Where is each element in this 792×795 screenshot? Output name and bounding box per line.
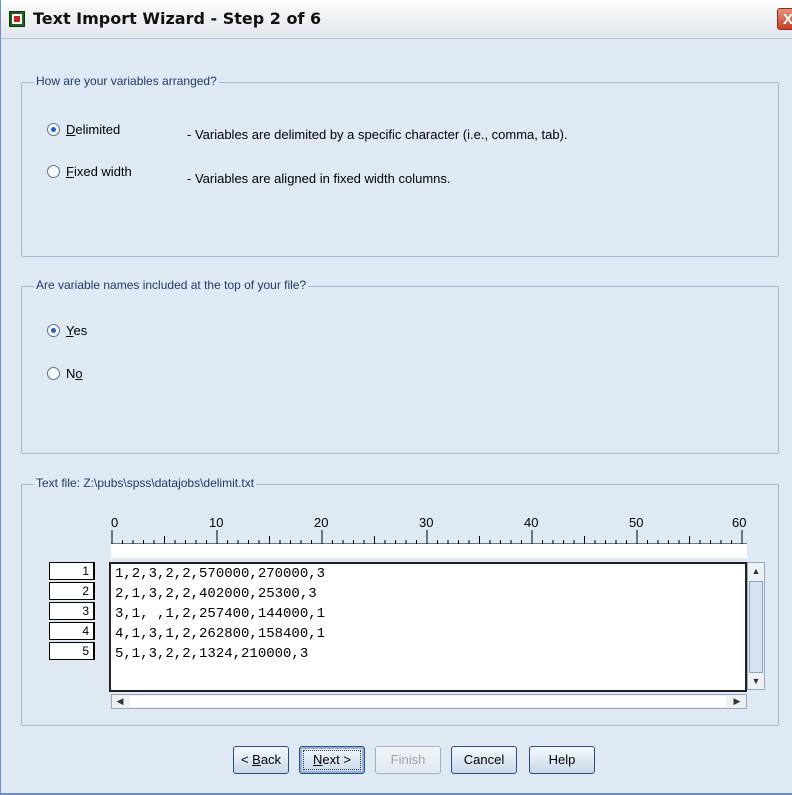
preview-line: 1,2,3,2,2,570000,270000,3 bbox=[115, 566, 326, 582]
radio-unselected-icon[interactable] bbox=[47, 165, 60, 178]
yes-label: Yes bbox=[66, 323, 88, 338]
radio-selected-icon[interactable] bbox=[47, 123, 60, 136]
column-ruler: 0 10 20 30 40 50 60 bbox=[111, 513, 747, 558]
scroll-right-icon[interactable]: ▶ bbox=[730, 695, 744, 708]
preview-line: 3,1, ,1,2,257400,144000,1 bbox=[115, 606, 326, 622]
text-file-legend: Text file: Z:\pubs\spss\datajobs\delimit… bbox=[34, 476, 257, 490]
preview-line: 2,1,3,2,2,402000,25300,3 bbox=[115, 586, 317, 602]
no-label: No bbox=[66, 366, 83, 381]
text-import-wizard-window: Text Import Wizard - Step 2 of 6 X How a… bbox=[0, 0, 792, 795]
ruler-label: 0 bbox=[111, 515, 118, 530]
yes-radio[interactable]: Yes bbox=[47, 323, 87, 338]
row-number: 1 bbox=[49, 562, 95, 580]
title-bar[interactable]: Text Import Wizard - Step 2 of 6 X bbox=[1, 0, 792, 39]
scroll-down-icon[interactable]: ▼ bbox=[749, 674, 763, 688]
fixed-width-description: - Variables are aligned in fixed width c… bbox=[187, 171, 451, 186]
horizontal-scroll-thumb[interactable] bbox=[130, 696, 726, 707]
ruler-label: 20 bbox=[314, 515, 328, 530]
row-number: 3 bbox=[49, 602, 95, 620]
row-number: 4 bbox=[49, 622, 95, 640]
back-button[interactable]: < Back bbox=[233, 746, 289, 774]
spss-app-icon bbox=[9, 11, 25, 27]
horizontal-scrollbar[interactable]: ◀ ▶ bbox=[111, 694, 747, 709]
ruler-label: 60 bbox=[732, 515, 746, 530]
row-number: 2 bbox=[49, 582, 95, 600]
ruler-label: 50 bbox=[629, 515, 643, 530]
radio-unselected-icon[interactable] bbox=[47, 367, 60, 380]
fixed-width-radio[interactable]: Fixed width bbox=[47, 164, 132, 179]
variable-names-legend: Are variable names included at the top o… bbox=[34, 278, 309, 292]
delimited-radio[interactable]: Delimited bbox=[47, 122, 120, 137]
row-number-column: 1 2 3 4 5 bbox=[49, 562, 95, 662]
file-preview-area[interactable]: 1,2,3,2,2,570000,270000,3 2,1,3,2,2,4020… bbox=[109, 562, 747, 692]
fixed-width-label: Fixed width bbox=[66, 164, 132, 179]
ruler-strip bbox=[111, 544, 747, 558]
delimited-label: Delimited bbox=[66, 122, 121, 137]
help-button[interactable]: Help bbox=[529, 746, 595, 774]
ruler-label: 10 bbox=[209, 515, 223, 530]
close-button[interactable]: X bbox=[777, 8, 792, 30]
arrangement-legend: How are your variables arranged? bbox=[34, 74, 219, 88]
scroll-left-icon[interactable]: ◀ bbox=[113, 695, 127, 708]
row-number: 5 bbox=[49, 642, 95, 660]
cancel-button[interactable]: Cancel bbox=[451, 746, 517, 774]
ruler-label: 30 bbox=[419, 515, 433, 530]
preview-line: 4,1,3,1,2,262800,158400,1 bbox=[115, 626, 326, 642]
scroll-up-icon[interactable]: ▲ bbox=[749, 564, 763, 578]
arrangement-group: How are your variables arranged? bbox=[21, 74, 779, 257]
radio-selected-icon[interactable] bbox=[47, 324, 60, 337]
next-button[interactable]: Next > bbox=[299, 746, 365, 774]
no-radio[interactable]: No bbox=[47, 366, 83, 381]
preview-line: 5,1,3,2,2,1324,210000,3 bbox=[115, 646, 309, 662]
finish-button[interactable]: Finish bbox=[375, 746, 441, 774]
ruler-label: 40 bbox=[524, 515, 538, 530]
window-title: Text Import Wizard - Step 2 of 6 bbox=[33, 9, 322, 28]
delimited-description: - Variables are delimited by a specific … bbox=[187, 127, 568, 142]
variable-names-group: Are variable names included at the top o… bbox=[21, 278, 779, 454]
vertical-scrollbar[interactable]: ▲ ▼ bbox=[747, 562, 765, 690]
vertical-scroll-thumb[interactable] bbox=[749, 581, 763, 673]
ruler-ticks: 0 10 20 30 40 50 60 bbox=[111, 515, 747, 545]
